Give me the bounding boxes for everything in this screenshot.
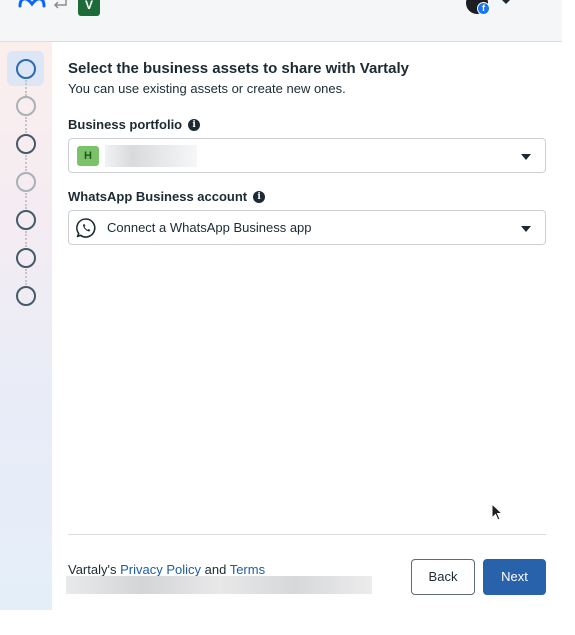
assets-panel: Select the business assets to share with… [68,60,546,97]
whatsapp-account-label: WhatsApp Business account [68,189,248,204]
caret-down-icon [521,226,531,232]
whatsapp-account-label-row: WhatsApp Business account i [68,189,266,204]
page-subtitle: You can use existing assets or create ne… [68,81,346,96]
footer-and: and [201,562,230,577]
mouse-pointer-icon [491,503,504,521]
right-gutter [562,0,575,635]
step-3-indicator [16,134,36,154]
chevron-down-icon[interactable] [502,0,510,4]
arrows-swap-icon [53,0,67,9]
step-1-indicator [16,59,36,79]
step-connector [25,231,27,247]
caret-down-icon [521,154,531,160]
step-connector [25,193,27,209]
app-badge: V [78,0,100,16]
step-connector [25,80,27,96]
info-icon[interactable]: i [253,190,266,203]
next-button[interactable]: Next [483,559,546,595]
footer-divider [68,534,546,535]
redacted-footer-text [66,576,372,594]
step-7-indicator [16,286,36,306]
step-sidebar [0,42,52,610]
business-portfolio-label: Business portfolio [68,117,183,132]
top-bar: V f [0,0,562,42]
step-connector [25,117,27,133]
info-icon[interactable]: i [188,118,201,131]
redacted-portfolio-name [105,145,197,167]
meta-logo-icon [18,0,46,8]
footer-prefix: Vartaly's [68,562,121,577]
whatsapp-icon [76,218,96,238]
privacy-policy-link[interactable]: Privacy Policy [120,562,201,577]
step-6-indicator [16,248,36,268]
business-portfolio-label-row: Business portfolio i [68,117,201,132]
whatsapp-account-select[interactable]: Connect a WhatsApp Business app [68,210,546,245]
portfolio-badge: H [77,146,99,166]
terms-link[interactable]: Terms [230,562,265,577]
step-2-indicator [16,96,36,116]
whatsapp-account-value: Connect a WhatsApp Business app [107,220,312,235]
footer-legal-text: Vartaly's Privacy Policy and Terms [68,562,265,577]
step-5-indicator [16,210,36,230]
back-button[interactable]: Back [411,559,475,595]
step-connector [25,155,27,171]
step-connector [25,269,27,285]
step-4-indicator [16,172,36,192]
facebook-icon: f [477,2,490,15]
page-title: Select the business assets to share with… [68,60,409,77]
business-portfolio-select[interactable]: H [68,138,546,173]
